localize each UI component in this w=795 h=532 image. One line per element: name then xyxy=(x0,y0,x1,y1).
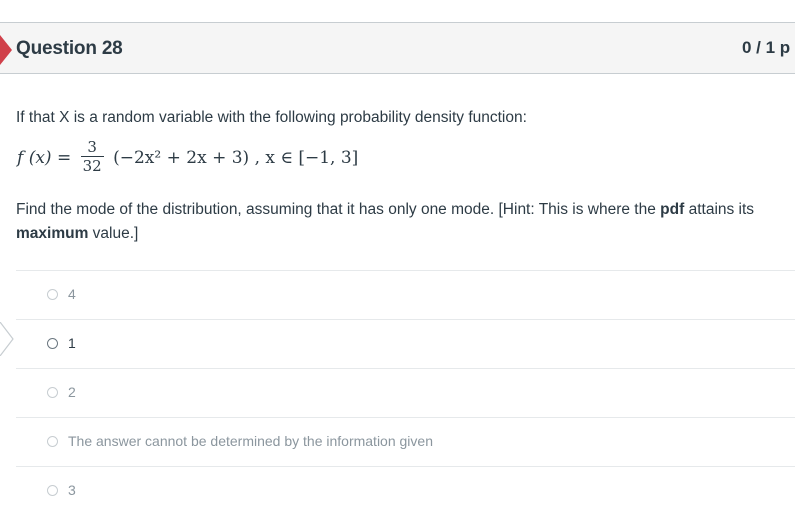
pdf-formula: f (x) = 3 32 (−2x² + 2x + 3) , x ∈ [−1, … xyxy=(17,138,359,186)
formula-lhs: f (x) = xyxy=(17,148,72,168)
answer-label: The answer cannot be determined by the i… xyxy=(68,433,433,449)
question-instruction: Find the mode of the distribution, assum… xyxy=(16,198,786,246)
quiz-page: Question 28 0 / 1 p If that X is a rando… xyxy=(0,0,795,532)
answer-label: 2 xyxy=(68,384,76,400)
instruction-text-2: attains its xyxy=(684,201,755,218)
formula-fraction: 3 32 xyxy=(80,138,104,175)
radio-button[interactable] xyxy=(47,436,58,447)
answer-label: 1 xyxy=(68,335,76,351)
answer-option[interactable]: The answer cannot be determined by the i… xyxy=(16,417,795,466)
instruction-text-3: value.] xyxy=(88,225,139,242)
answer-option-selected[interactable]: 1 xyxy=(16,319,795,368)
radio-button[interactable] xyxy=(47,289,58,300)
answer-list: 4 1 2 The answer cannot be determined by… xyxy=(16,270,795,515)
answer-option[interactable]: 3 xyxy=(16,466,795,515)
answer-option[interactable]: 2 xyxy=(16,368,795,417)
formula-numerator: 3 xyxy=(87,138,97,156)
instruction-bold-maximum: maximum xyxy=(16,225,89,242)
radio-button[interactable] xyxy=(47,387,58,398)
answer-option[interactable]: 4 xyxy=(16,270,795,319)
radio-button[interactable] xyxy=(47,485,58,496)
formula-body: (−2x² + 2x + 3) , x ∈ [−1, 3] xyxy=(113,148,359,168)
answer-label: 4 xyxy=(68,286,76,302)
question-header: Question 28 0 / 1 p xyxy=(0,22,795,74)
instruction-bold-pdf: pdf xyxy=(660,201,685,218)
question-intro: If that X is a random variable with the … xyxy=(16,109,527,126)
selected-answer-arrow-icon xyxy=(0,322,14,356)
answer-label: 3 xyxy=(68,482,76,498)
question-points: 0 / 1 p xyxy=(742,38,791,57)
question-title: Question 28 xyxy=(16,38,123,59)
incorrect-answer-marker-icon xyxy=(0,35,12,65)
instruction-text-1: Find the mode of the distribution, assum… xyxy=(16,201,661,218)
radio-button[interactable] xyxy=(47,338,58,349)
formula-denominator: 32 xyxy=(80,156,104,175)
